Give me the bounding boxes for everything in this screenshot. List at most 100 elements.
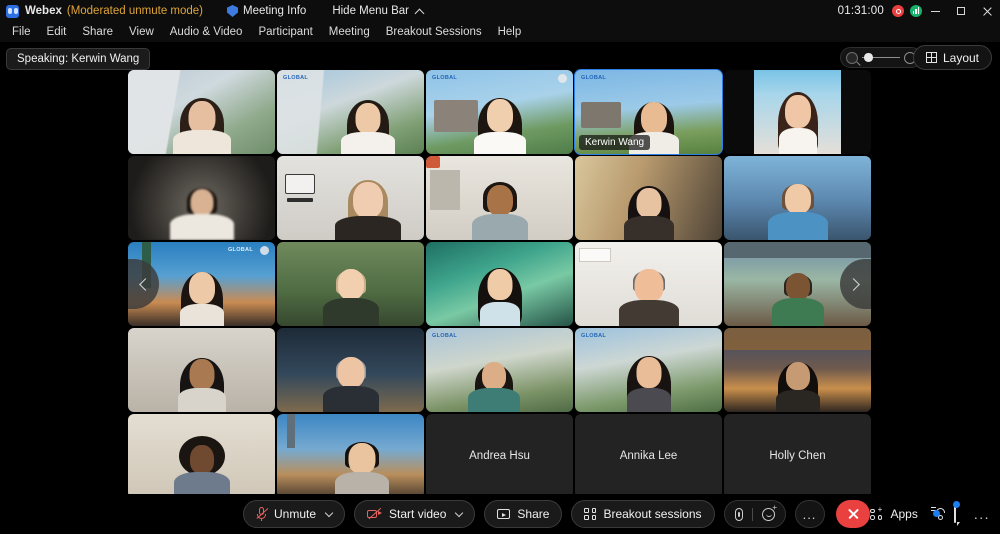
participant-tile[interactable] bbox=[277, 328, 424, 412]
secondary-controls: Apps ... bbox=[870, 501, 990, 523]
participant-tile[interactable] bbox=[128, 414, 275, 498]
menu-bar: File Edit Share View Audio & Video Parti… bbox=[0, 22, 1000, 42]
webex-meeting-window: Webex (Moderated unmute mode) Meeting In… bbox=[0, 0, 1000, 534]
video-row: GLOBAL GLOBAL bbox=[128, 328, 873, 412]
microphone-icon[interactable] bbox=[734, 507, 743, 521]
participant-tile[interactable] bbox=[128, 156, 275, 240]
participant-tile[interactable] bbox=[575, 242, 722, 326]
chevron-down-icon[interactable] bbox=[455, 508, 464, 518]
breakout-sessions-label: Breakout sessions bbox=[603, 507, 702, 521]
more-options-button[interactable]: ... bbox=[974, 506, 990, 522]
virtual-background-logo: GLOBAL bbox=[581, 333, 607, 339]
apps-label: Apps bbox=[890, 507, 918, 521]
virtual-background-logo: GLOBAL bbox=[432, 333, 458, 339]
menu-item-participant[interactable]: Participant bbox=[250, 24, 320, 40]
participant-tile[interactable] bbox=[724, 242, 871, 326]
participant-name: Holly Chen bbox=[769, 450, 826, 462]
video-zoom-slider[interactable] bbox=[840, 47, 922, 68]
grid-icon bbox=[925, 51, 937, 63]
zoom-out-icon[interactable] bbox=[846, 51, 858, 64]
minimize-button[interactable] bbox=[922, 0, 948, 22]
share-label: Share bbox=[517, 507, 550, 521]
participant-tile[interactable]: GLOBAL bbox=[277, 70, 424, 154]
notification-badge bbox=[932, 510, 940, 517]
zoom-track[interactable] bbox=[862, 53, 900, 62]
share-button[interactable]: Share bbox=[484, 500, 563, 528]
meeting-controls-toolbar: Unmute Start video Share Breakout sessio… bbox=[0, 494, 1000, 534]
webex-logo-icon bbox=[6, 4, 19, 18]
leave-meeting-button[interactable] bbox=[835, 500, 870, 528]
participant-tile[interactable]: GLOBAL bbox=[426, 70, 573, 154]
start-video-button[interactable]: Start video bbox=[354, 500, 476, 528]
menu-item-share[interactable]: Share bbox=[74, 24, 121, 40]
participant-name: Annika Lee bbox=[619, 450, 678, 462]
virtual-background-logo: GLOBAL bbox=[227, 247, 253, 253]
video-grid: GLOBAL GLOBAL GLOBAL Kerwin Wang GLOBAL … bbox=[128, 69, 873, 498]
chat-button[interactable] bbox=[952, 501, 960, 523]
menu-item-edit[interactable]: Edit bbox=[39, 24, 75, 40]
participant-tile[interactable] bbox=[277, 156, 424, 240]
menu-item-help[interactable]: Help bbox=[490, 24, 530, 40]
participant-tile[interactable] bbox=[426, 156, 573, 240]
chevron-right-icon bbox=[847, 277, 860, 291]
microphone-muted-icon bbox=[256, 507, 269, 521]
unmute-button[interactable]: Unmute bbox=[243, 500, 346, 528]
speaking-indicator: Speaking: Kerwin Wang bbox=[6, 48, 151, 70]
reactions-icon[interactable] bbox=[761, 504, 777, 521]
layout-button[interactable]: Layout bbox=[912, 45, 992, 70]
meeting-info-button[interactable]: Meeting Info bbox=[227, 5, 306, 17]
participant-tile[interactable]: GLOBAL bbox=[575, 328, 722, 412]
shield-icon bbox=[227, 5, 239, 17]
menu-item-meeting[interactable]: Meeting bbox=[321, 24, 378, 40]
menu-item-breakout-sessions[interactable]: Breakout Sessions bbox=[378, 24, 490, 40]
title-bar-right: 01:31:00 bbox=[838, 0, 1000, 22]
virtual-background-logo: GLOBAL bbox=[432, 75, 458, 81]
participant-tile[interactable] bbox=[575, 156, 722, 240]
menu-item-view[interactable]: View bbox=[121, 24, 162, 40]
zoom-knob[interactable] bbox=[864, 53, 873, 62]
participant-tile[interactable] bbox=[724, 156, 871, 240]
menu-item-audio-video[interactable]: Audio & Video bbox=[162, 24, 251, 40]
record-dot-icon[interactable] bbox=[892, 5, 904, 17]
participant-tile-name-only[interactable]: Holly Chen bbox=[724, 414, 871, 498]
title-bar: Webex (Moderated unmute mode) Meeting In… bbox=[0, 0, 1000, 22]
participant-tile[interactable] bbox=[128, 328, 275, 412]
participant-tile[interactable] bbox=[724, 70, 871, 154]
chevron-down-icon[interactable] bbox=[324, 508, 334, 518]
video-row: GLOBAL bbox=[128, 242, 873, 326]
mute-indicator-icon bbox=[260, 246, 269, 255]
start-video-label: Start video bbox=[389, 507, 447, 521]
breakout-sessions-button[interactable]: Breakout sessions bbox=[571, 500, 715, 528]
virtual-background-logo: GLOBAL bbox=[581, 75, 607, 81]
mute-indicator-icon bbox=[558, 74, 567, 83]
participant-tile[interactable] bbox=[277, 242, 424, 326]
apps-button[interactable]: Apps bbox=[870, 507, 918, 521]
participant-tile[interactable]: GLOBAL bbox=[128, 242, 275, 326]
participant-name: Andrea Hsu bbox=[469, 450, 530, 462]
audio-reactions-group[interactable] bbox=[723, 500, 786, 528]
menu-item-file[interactable]: File bbox=[4, 24, 39, 40]
participant-tile[interactable] bbox=[724, 328, 871, 412]
close-icon bbox=[847, 508, 859, 520]
more-controls-button[interactable]: ... bbox=[794, 500, 825, 528]
virtual-background-logo: GLOBAL bbox=[283, 75, 309, 81]
video-row: Andrea Hsu Annika Lee Holly Chen bbox=[128, 414, 873, 498]
breakout-sessions-icon bbox=[584, 508, 597, 520]
signal-strength-icon[interactable] bbox=[910, 5, 922, 17]
meeting-timer: 01:31:00 bbox=[837, 5, 884, 17]
participant-tile-name-only[interactable]: Annika Lee bbox=[575, 414, 722, 498]
close-button[interactable] bbox=[974, 0, 1000, 22]
unmute-label: Unmute bbox=[274, 507, 317, 521]
maximize-button[interactable] bbox=[948, 0, 974, 22]
participant-tile[interactable]: GLOBAL bbox=[426, 328, 573, 412]
chevron-up-icon bbox=[414, 8, 425, 18]
participant-tile-active-speaker[interactable]: GLOBAL Kerwin Wang bbox=[574, 69, 723, 155]
hide-menu-bar-button[interactable]: Hide Menu Bar bbox=[332, 5, 425, 18]
hide-menu-bar-label: Hide Menu Bar bbox=[332, 5, 410, 17]
participant-tile[interactable] bbox=[277, 414, 424, 498]
participant-tile-name-only[interactable]: Andrea Hsu bbox=[426, 414, 573, 498]
participant-tile[interactable] bbox=[128, 70, 275, 154]
apps-icon bbox=[870, 507, 883, 520]
notification-badge bbox=[952, 501, 960, 508]
participant-tile[interactable] bbox=[426, 242, 573, 326]
